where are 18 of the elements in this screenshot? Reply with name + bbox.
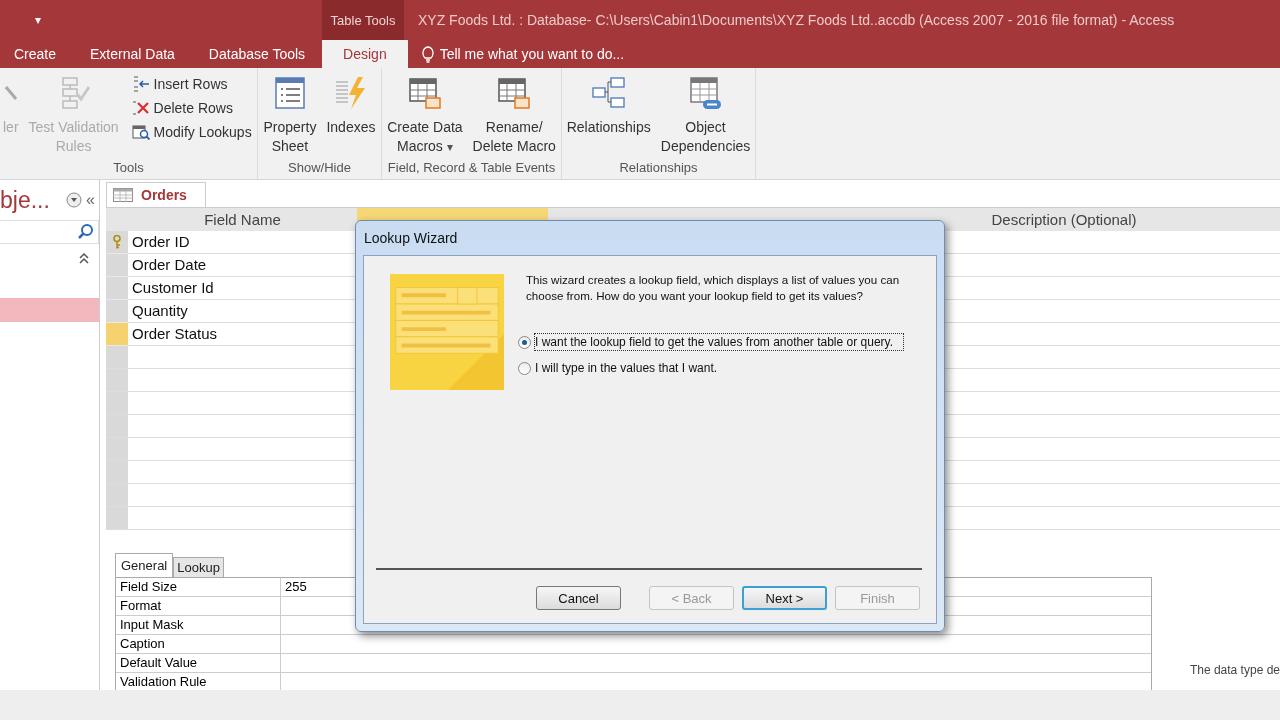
- intro-text: This wizard creates a lookup field, which displays a list of values you can choose from. How do you want your lookup field to get its values?: [526, 272, 901, 304]
- dialog-title: Lookup Wizard: [363, 229, 459, 248]
- caret-icon: ▾: [446, 140, 453, 154]
- nav-pane-title: bje...: [0, 186, 51, 214]
- group-label: Tools: [112, 160, 145, 177]
- column-header: Field Name: [203, 210, 282, 230]
- help-text: The data type de: [1189, 663, 1280, 677]
- property-label: Format: [116, 597, 281, 615]
- group-label: Relationships: [618, 160, 699, 177]
- group-label: Field, Record & Table Events: [386, 160, 557, 177]
- column-header: Description (Optional): [990, 210, 1138, 230]
- property-label: Field Size: [116, 578, 281, 596]
- property-label: Caption: [116, 635, 281, 653]
- property-label: Input Mask: [116, 616, 281, 634]
- property-label: Default Value: [116, 654, 281, 672]
- group-label: Show/Hide: [287, 160, 352, 177]
- window-title: XYZ Foods Ltd. : Database- C:\Users\Cabin1\Documents\XYZ Foods Ltd..accdb (Access 2007 - 2016 file format) - Access: [417, 11, 1175, 30]
- contextual-tab-label: Table Tools: [322, 0, 404, 40]
